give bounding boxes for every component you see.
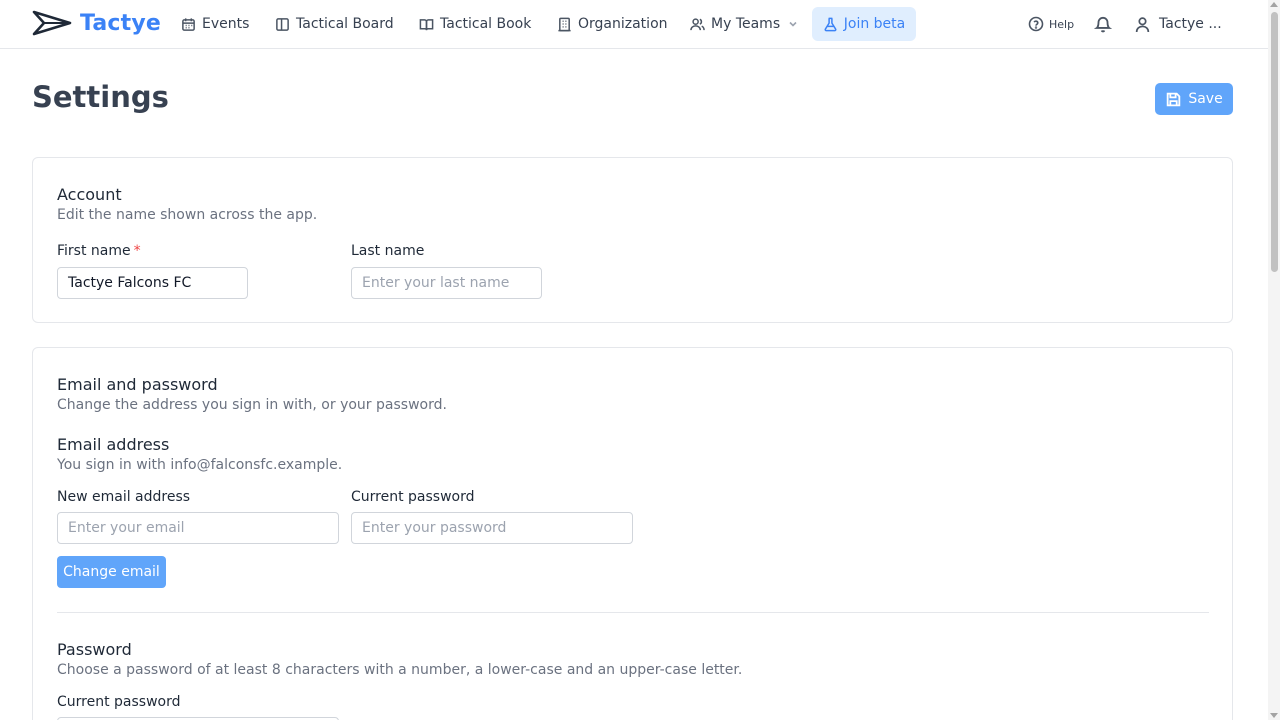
email-address-description: You sign in with info@falconsfc.example. [57, 457, 343, 473]
join-beta-label: Join beta [843, 16, 906, 32]
user-menu[interactable]: Tactye ... [1134, 8, 1222, 40]
save-button[interactable]: Save [1155, 83, 1233, 115]
account-title: Account [57, 185, 122, 204]
top-navigation: Tactye Events Tactical Board Tactical Bo… [0, 0, 1268, 49]
page-scrollbar[interactable] [1268, 0, 1280, 720]
nav-tactical-book[interactable]: Tactical Book [419, 8, 531, 40]
email-address-title: Email address [57, 435, 170, 454]
book-icon [419, 18, 434, 30]
nav-events[interactable]: Events [181, 8, 249, 40]
brand-logo[interactable]: Tactye [32, 9, 161, 37]
board-icon [276, 17, 289, 31]
new-email-label: New email address [57, 489, 191, 505]
tactye-logo-icon [32, 10, 72, 36]
join-beta-button[interactable]: Join beta [812, 7, 916, 41]
scroll-down-arrow-icon[interactable] [1270, 713, 1278, 718]
scroll-up-arrow-icon[interactable] [1270, 2, 1278, 7]
help-circle-icon [1028, 16, 1044, 32]
current-password-placeholder: Enter your password [362, 520, 507, 536]
current-password-label: Current password [351, 489, 475, 505]
last-name-input[interactable]: Enter your last name [351, 267, 542, 299]
brand-name: Tactye [80, 10, 162, 36]
email-password-title: Email and password [57, 375, 218, 394]
change-email-button[interactable]: Change email [57, 556, 166, 588]
new-email-placeholder: Enter your email [68, 520, 185, 536]
nav-tactical-board[interactable]: Tactical Board [275, 8, 394, 40]
last-name-label: Last name [351, 243, 425, 259]
nav-my-teams-label: My Teams [711, 16, 781, 32]
email-password-description: Change the address you sign in with, or … [57, 397, 447, 413]
building-icon [558, 17, 571, 31]
calendar-icon [182, 17, 195, 31]
nav-tactical-board-label: Tactical Board [296, 16, 394, 32]
first-name-label: First name * [57, 243, 141, 259]
required-mark: * [133, 243, 141, 259]
password-description: Choose a password of at least 8 characte… [57, 662, 743, 678]
nav-organization[interactable]: Organization [557, 8, 668, 40]
account-description: Edit the name shown across the app. [57, 207, 318, 223]
first-name-input[interactable]: Tactye Falcons FC [57, 267, 248, 299]
change-email-label: Change email [63, 564, 160, 580]
password-title: Password [57, 640, 132, 659]
scrollbar-thumb[interactable] [1271, 12, 1278, 272]
notifications-button[interactable] [1094, 14, 1114, 34]
save-icon [1167, 92, 1181, 106]
last-name-placeholder: Enter your last name [362, 275, 510, 291]
user-icon [1135, 16, 1150, 32]
page-title: Settings [32, 80, 169, 114]
current-password-input[interactable]: Enter your password [351, 512, 633, 544]
nav-organization-label: Organization [578, 16, 668, 32]
email-password-card: Email and password Change the address yo… [32, 347, 1233, 720]
flask-icon [824, 17, 837, 31]
nav-tactical-book-label: Tactical Book [440, 16, 532, 32]
account-card: Account Edit the name shown across the a… [32, 157, 1233, 323]
nav-my-teams[interactable]: My Teams [690, 8, 798, 40]
section-divider [57, 612, 1209, 613]
help-link[interactable]: Help [1028, 8, 1074, 40]
first-name-value: Tactye Falcons FC [68, 275, 192, 291]
chevron-down-icon [789, 21, 797, 27]
first-name-label-text: First name [57, 243, 131, 259]
password-current-label: Current password [57, 694, 181, 710]
new-email-input[interactable]: Enter your email [57, 512, 339, 544]
users-icon [690, 17, 705, 30]
nav-events-label: Events [202, 16, 250, 32]
save-label: Save [1188, 91, 1223, 107]
user-name: Tactye ... [1159, 16, 1222, 32]
bell-icon [1094, 16, 1112, 33]
help-label: Help [1049, 17, 1075, 31]
